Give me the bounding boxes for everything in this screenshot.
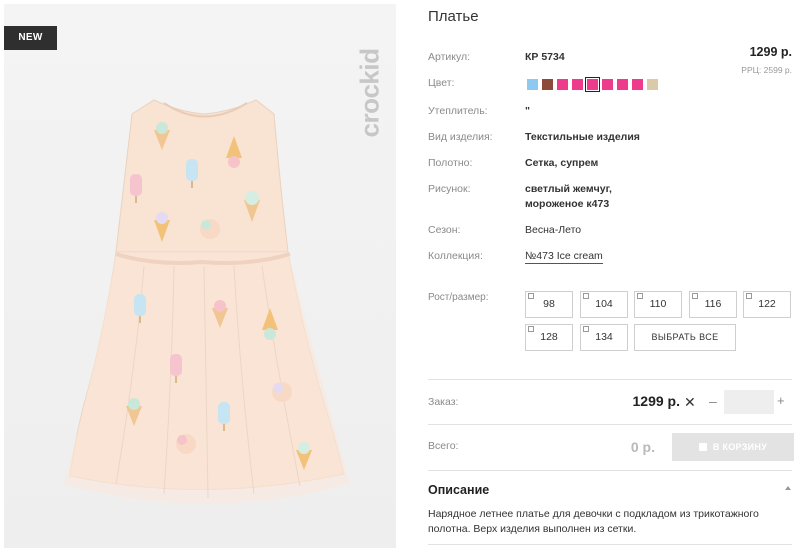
color-swatch[interactable] xyxy=(527,79,538,90)
color-swatch[interactable] xyxy=(647,79,658,90)
size-option-label: 110 xyxy=(649,298,667,310)
description-title[interactable]: Описание xyxy=(428,483,489,497)
size-option[interactable]: 128 xyxy=(525,324,573,351)
decrease-quantity-button[interactable]: – xyxy=(709,393,717,409)
order-label: Заказ: xyxy=(428,396,459,408)
product-title: Платье xyxy=(428,8,479,25)
total-value: 0 р. xyxy=(630,439,655,455)
close-icon[interactable]: ✕ xyxy=(684,394,696,411)
insulation-label: Утеплитель: xyxy=(428,105,488,117)
order-price: 1299 р. xyxy=(632,393,680,409)
pattern-value-line1: светлый жемчуг, xyxy=(525,183,612,195)
type-value: Текстильные изделия xyxy=(525,131,640,143)
divider xyxy=(428,379,792,380)
collection-link[interactable]: №473 Ice cream xyxy=(525,250,603,264)
size-option-label: 98 xyxy=(543,298,555,310)
quantity-input[interactable] xyxy=(724,390,774,414)
size-option[interactable]: 122 xyxy=(743,291,791,318)
product-price: 1299 р. xyxy=(749,45,792,59)
fabric-label: Полотно: xyxy=(428,157,473,169)
season-label: Сезон: xyxy=(428,224,461,236)
size-option[interactable]: 98 xyxy=(525,291,573,318)
season-value: Весна-Лето xyxy=(525,224,582,236)
divider xyxy=(428,424,792,425)
color-swatch[interactable] xyxy=(617,79,628,90)
color-swatch[interactable] xyxy=(585,77,600,92)
color-swatches xyxy=(527,77,658,92)
pattern-value-line2: мороженое к473 xyxy=(525,198,610,210)
add-to-cart-label: В КОРЗИНУ xyxy=(712,442,768,452)
size-label: Рост/размер: xyxy=(428,292,489,303)
product-image[interactable]: NEW crockid xyxy=(4,4,396,548)
color-swatch[interactable] xyxy=(632,79,643,90)
checkbox-icon xyxy=(692,293,698,299)
insulation-value: " xyxy=(525,105,530,117)
color-label: Цвет: xyxy=(428,77,455,89)
checkbox-icon xyxy=(637,293,643,299)
brand-logo-text: crockid xyxy=(354,48,385,138)
color-swatch[interactable] xyxy=(557,79,568,90)
size-option[interactable]: 116 xyxy=(689,291,737,318)
article-label: Артикул: xyxy=(428,51,471,63)
chevron-up-icon[interactable] xyxy=(785,486,791,490)
description-text: Нарядное летнее платье для девочки с под… xyxy=(428,508,759,535)
size-option-label: 134 xyxy=(595,331,613,343)
checkbox-icon xyxy=(528,326,534,332)
pattern-label: Рисунок: xyxy=(428,183,471,195)
fabric-value: Сетка, супрем xyxy=(525,157,599,169)
increase-quantity-button[interactable]: + xyxy=(777,393,785,408)
size-option-label: 128 xyxy=(540,331,558,343)
size-option[interactable]: 104 xyxy=(580,291,628,318)
color-swatch[interactable] xyxy=(542,79,553,90)
dress-illustration xyxy=(4,4,396,548)
size-option-label: 116 xyxy=(704,298,722,310)
article-value: КР 5734 xyxy=(525,51,565,63)
size-option-label: 104 xyxy=(595,298,613,310)
checkbox-icon xyxy=(583,293,589,299)
size-option[interactable]: 134 xyxy=(580,324,628,351)
cart-icon xyxy=(698,443,707,451)
type-label: Вид изделия: xyxy=(428,131,493,143)
checkbox-icon xyxy=(583,326,589,332)
rrp-price: РРЦ: 2599 р. xyxy=(741,65,792,75)
checkbox-icon xyxy=(746,293,752,299)
select-all-sizes-button[interactable]: ВЫБРАТЬ ВСЕ xyxy=(634,324,736,351)
checkbox-icon xyxy=(528,293,534,299)
color-swatch[interactable] xyxy=(572,79,583,90)
color-swatch[interactable] xyxy=(602,79,613,90)
size-option[interactable]: 110 xyxy=(634,291,682,318)
collection-label: Коллекция: xyxy=(428,250,483,262)
divider xyxy=(428,544,792,545)
size-option-label: 122 xyxy=(758,298,776,310)
add-to-cart-button[interactable]: В КОРЗИНУ xyxy=(672,433,794,461)
divider xyxy=(428,470,792,471)
new-badge: NEW xyxy=(4,26,57,50)
brand-logo: crockid xyxy=(354,18,385,168)
total-label: Всего: xyxy=(428,440,459,452)
